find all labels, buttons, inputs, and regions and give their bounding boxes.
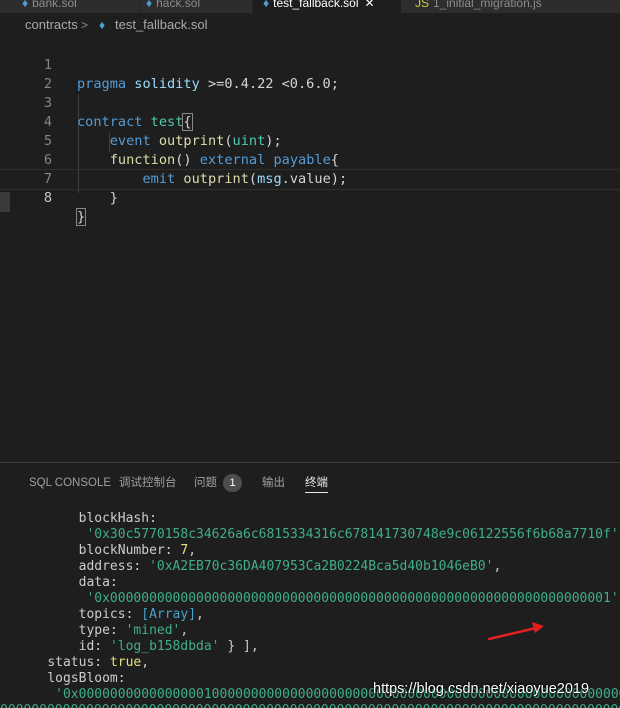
tab-hack-sol[interactable]: ♦ hack.sol [140,0,253,13]
terminal-line: logsBloom: [47,671,126,686]
terminal-line: blockNumber: 7, [78,543,197,558]
terminal-line: address: '0xA2EB70c36DA407953Ca2B0224Bca… [78,559,502,574]
code-line-2[interactable]: 2 [0,56,620,92]
tab-debug-console[interactable]: 调试控制台 [119,474,177,492]
vscode-window: ♦ bank.sol ♦ hack.sol ♦ test_fallback.sol ✕ … [0,0,620,708]
javascript-file-icon: JS [415,0,430,10]
solidity-file-icon: ♦ [99,18,106,32]
panel-tab-bar: SQL CONSOLE 调试控制台 问题 1 输出 终端 [0,463,620,501]
code-text: } [109,190,118,206]
code-text: } [76,208,87,227]
tab-problems[interactable]: 问题 [194,474,217,492]
terminal-line: '0x30c5770158c34626a6c6815334316c6781417… [86,527,620,542]
solidity-file-icon: ♦ [146,0,153,10]
tab-bank-sol[interactable]: ♦ bank.sol [0,0,140,13]
code-editor[interactable]: 1 pragma solidity >=0.4.22 <0.6.0; 2 3 c… [0,37,620,462]
tab-label: test_fallback.sol [273,0,359,10]
code-line-5[interactable]: 5 function() external payable{ [0,113,620,168]
terminal-line: 0000000000000000000000000000000000000000… [0,703,620,708]
tab-sql-console[interactable]: SQL CONSOLE [29,474,111,492]
tab-terminal[interactable]: 终端 [305,474,328,493]
terminal-line: status: true, [47,655,150,670]
watermark: https://blog.csdn.net/xiaoyue2019 [373,681,590,697]
code-line-1[interactable]: 1 pragma solidity >=0.4.22 <0.6.0; [0,37,620,92]
code-line-4[interactable]: 4 event outprint(uint); [0,94,620,149]
close-icon[interactable]: ✕ [365,0,375,10]
red-arrow-annotation [487,622,544,641]
terminal-line: blockHash: [78,511,157,526]
solidity-file-icon: ♦ [22,0,29,10]
tab-test-fallback-sol[interactable]: ♦ test_fallback.sol ✕ [253,0,404,13]
code-line-3[interactable]: 3 contract test{ [0,75,620,131]
solidity-file-icon: ♦ [263,0,270,10]
breadcrumb-separator: > [81,18,89,32]
problems-count-badge: 1 [223,474,242,492]
line-number: 8 [43,190,52,206]
editor-tab-bar: ♦ bank.sol ♦ hack.sol ♦ test_fallback.sol ✕ … [0,0,620,13]
tab-label: hack.sol [156,0,201,10]
terminal-line: id: 'log_b158dbda' } ], [78,639,259,654]
bottom-panel: SQL CONSOLE 调试控制台 问题 1 输出 终端 blockHash: … [0,462,620,708]
breadcrumb-file[interactable]: test_fallback.sol [115,13,208,37]
tab-initial-migration-js[interactable]: JS 1_initial_migration.js [401,0,620,13]
tab-label: bank.sol [32,0,77,10]
breadcrumb-folder[interactable]: contracts [25,13,78,37]
terminal-line: data: [78,575,118,590]
terminal-line: topics: [Array], [78,607,204,622]
breadcrumb: contracts > ♦ test_fallback.sol [0,13,620,37]
code-line-8[interactable]: 8 } [0,169,620,226]
code-line-7[interactable]: 7 } [0,151,620,206]
tab-label: 1_initial_migration.js [433,0,542,10]
terminal-line: '0x0000000000000000000000000000000000000… [86,591,620,606]
code-line-6[interactable]: 6 emit outprint(msg.value); [0,132,620,187]
tab-output[interactable]: 输出 [262,474,285,492]
terminal-line: type: 'mined', [78,623,189,638]
matched-brace: } [76,208,87,226]
